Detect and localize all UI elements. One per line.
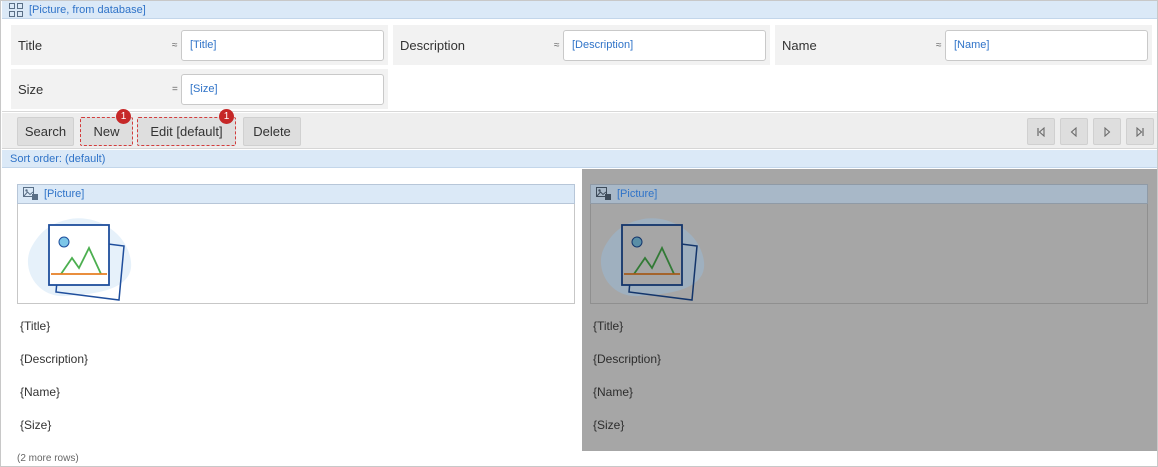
filter-name: Name ≈ [Name]: [775, 25, 1152, 65]
last-page-button[interactable]: [1126, 118, 1154, 145]
title-input[interactable]: [Title]: [181, 29, 384, 61]
approx-operator[interactable]: ≈: [936, 40, 942, 51]
edit-button-label: Edit [default]: [150, 124, 223, 139]
size-input[interactable]: [Size]: [181, 73, 384, 105]
search-button[interactable]: Search: [17, 117, 74, 146]
approx-operator[interactable]: ≈: [172, 40, 178, 51]
record-card[interactable]: [Picture] {Title} {Description} {Name} {…: [2, 169, 582, 451]
previous-page-button[interactable]: [1060, 118, 1088, 145]
more-rows-indicator[interactable]: (2 more rows): [17, 453, 79, 464]
next-page-icon: [1104, 126, 1111, 137]
filter-size: Size = [Size]: [11, 69, 388, 109]
picture-field-header: [Picture]: [17, 184, 575, 204]
picture-field-label: [Picture]: [44, 188, 85, 200]
record-description: {Description}: [20, 352, 89, 366]
filter-label: Size: [18, 81, 44, 97]
record-name: {Name}: [593, 385, 634, 399]
filter-label: Name: [782, 37, 817, 53]
window-title: [Picture, from database]: [29, 3, 146, 16]
new-count-badge: 1: [116, 109, 131, 124]
description-input[interactable]: [Description]: [563, 29, 766, 61]
filter-description: Description ≈ [Description]: [393, 25, 770, 65]
record-title: {Title}: [20, 319, 51, 333]
picture-field-header: [Picture]: [590, 184, 1148, 204]
record-size: {Size}: [20, 418, 52, 432]
previous-page-icon: [1070, 126, 1077, 137]
name-input[interactable]: [Name]: [945, 29, 1148, 61]
record-name: {Name}: [20, 385, 61, 399]
record-description: {Description}: [593, 352, 662, 366]
image-placeholder-icon: [600, 218, 705, 301]
new-button-label: New: [93, 124, 120, 139]
filter-label: Title: [18, 37, 43, 53]
picture-field-icon: [23, 187, 38, 200]
grid-icon: [9, 2, 23, 17]
filter-panel: Title ≈ [Title] Description ≈ [Descripti…: [2, 20, 1157, 112]
record-title: {Title}: [593, 319, 624, 333]
new-button[interactable]: New 1: [80, 109, 133, 146]
filter-title: Title ≈ [Title]: [11, 25, 388, 65]
first-page-icon: [1037, 126, 1045, 137]
record-card-selected[interactable]: [Picture] {Title} {Description} {Name} {…: [582, 169, 1157, 451]
toolbar: Search New 1 Edit [default] 1 Delete: [2, 109, 1157, 149]
image-placeholder-icon: [27, 218, 132, 301]
picture-placeholder[interactable]: [590, 204, 1148, 304]
equals-operator[interactable]: =: [172, 84, 178, 95]
filter-label: Description: [400, 37, 466, 53]
next-page-button[interactable]: [1093, 118, 1121, 145]
window-frame: [Picture, from database] Title ≈ [Title]…: [0, 0, 1158, 467]
picture-field-icon: [596, 187, 611, 200]
delete-button[interactable]: Delete: [243, 117, 301, 146]
sort-order-link[interactable]: Sort order: (default): [2, 150, 1157, 168]
edit-count-badge: 1: [219, 109, 234, 124]
picture-field-label: [Picture]: [617, 188, 658, 200]
edit-default-button[interactable]: Edit [default] 1: [137, 109, 236, 146]
record-size: {Size}: [593, 418, 625, 432]
approx-operator[interactable]: ≈: [554, 40, 560, 51]
first-page-button[interactable]: [1027, 118, 1055, 145]
last-page-icon: [1136, 126, 1144, 137]
title-bar: [Picture, from database]: [2, 1, 1157, 19]
picture-placeholder[interactable]: [17, 204, 575, 304]
